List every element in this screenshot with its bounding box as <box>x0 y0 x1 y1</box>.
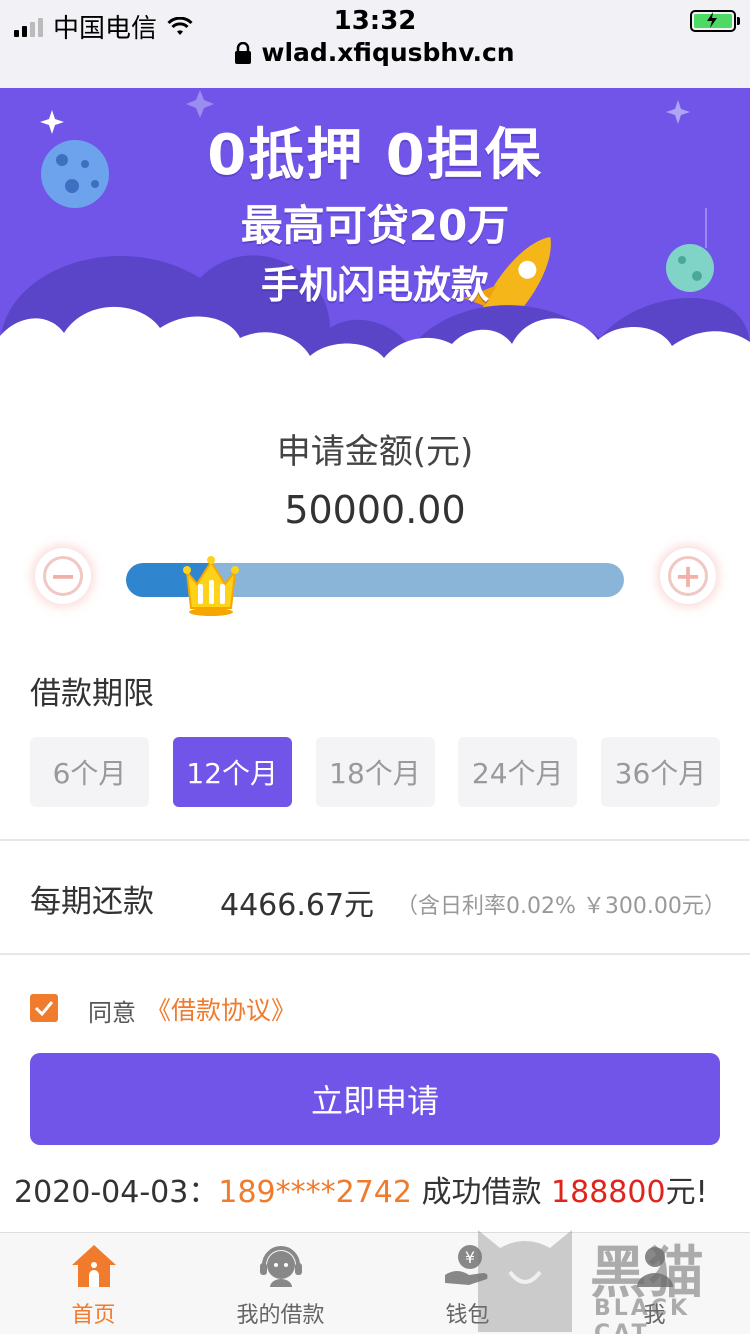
term-option-24[interactable]: 24个月 <box>458 737 578 807</box>
term-options: 6个月 12个月 18个月 24个月 36个月 <box>30 737 720 807</box>
ticker-phone: 189****2742 <box>218 1175 412 1210</box>
agree-label: 同意 <box>88 999 136 1027</box>
term-option-12[interactable]: 12个月 <box>172 737 292 807</box>
wallet-icon: ¥ <box>444 1245 487 1285</box>
tab-home[interactable]: 首页 <box>0 1233 187 1334</box>
promo-banner: 0抵押 0担保 最高可贷20万 手机闪电放款 <box>0 88 750 388</box>
amount-value: 50000.00 <box>284 488 466 532</box>
ticker-middle: 成功借款 <box>411 1175 552 1210</box>
tab-my-loans[interactable]: 我的借款 <box>187 1233 374 1334</box>
url-text: wlad.xfiqusbhv.cn <box>261 38 515 67</box>
plus-icon: + <box>668 556 708 596</box>
minus-icon: − <box>43 556 83 596</box>
repayment-note: （含日利率0.02% ￥300.00元） <box>396 894 726 919</box>
url-bar[interactable]: wlad.xfiqusbhv.cn <box>0 38 750 67</box>
watermark-subtext: BLACK CAT <box>594 1296 691 1334</box>
term-option-6[interactable]: 6个月 <box>30 737 149 807</box>
amount-label: 申请金额(元) <box>276 432 474 472</box>
increase-amount-button[interactable]: + <box>660 548 716 604</box>
tab-wallet-label: 钱包 <box>445 1303 490 1328</box>
svg-text:¥: ¥ <box>464 1248 474 1267</box>
repayment-value: 4466.67元 <box>220 888 375 923</box>
tab-my-loans-label: 我的借款 <box>236 1303 325 1328</box>
service-icon <box>259 1246 302 1287</box>
divider <box>0 839 750 841</box>
crown-slider-handle-icon[interactable] <box>181 554 241 616</box>
banner-tagline: 手机闪电放款 <box>260 263 489 307</box>
repayment-label: 每期还款 <box>30 884 154 920</box>
divider <box>0 953 750 955</box>
tab-wallet[interactable]: ¥ 钱包 <box>374 1233 561 1334</box>
apply-now-button[interactable]: 立即申请 <box>30 1053 720 1145</box>
banner-subheadline: 最高可贷20万 <box>240 201 510 250</box>
status-bar: 中国电信 13:32 wlad.xfiqusbhv.cn <box>0 0 750 88</box>
loan-agreement-link[interactable]: 《借款协议》 <box>146 991 296 1027</box>
term-label: 借款期限 <box>30 676 154 712</box>
lock-icon <box>235 41 252 64</box>
battery-icon <box>690 10 740 32</box>
decrease-amount-button[interactable]: − <box>35 548 91 604</box>
ticker-suffix: 元! <box>665 1175 708 1210</box>
checkmark-icon <box>34 1001 54 1016</box>
tab-home-label: 首页 <box>71 1303 116 1328</box>
home-icon <box>71 1245 116 1287</box>
loan-ticker: 2020-04-03：189****2742 成功借款 188800元! <box>0 1172 750 1232</box>
banner-headline: 0抵押 0担保 <box>207 123 543 188</box>
term-option-36[interactable]: 36个月 <box>601 737 720 807</box>
agree-checkbox[interactable] <box>30 994 58 1022</box>
ticker-amount: 188800 <box>551 1175 666 1210</box>
ticker-date: 2020-04-03： <box>14 1175 219 1210</box>
term-option-18[interactable]: 18个月 <box>315 737 435 807</box>
clock: 13:32 <box>333 6 417 36</box>
